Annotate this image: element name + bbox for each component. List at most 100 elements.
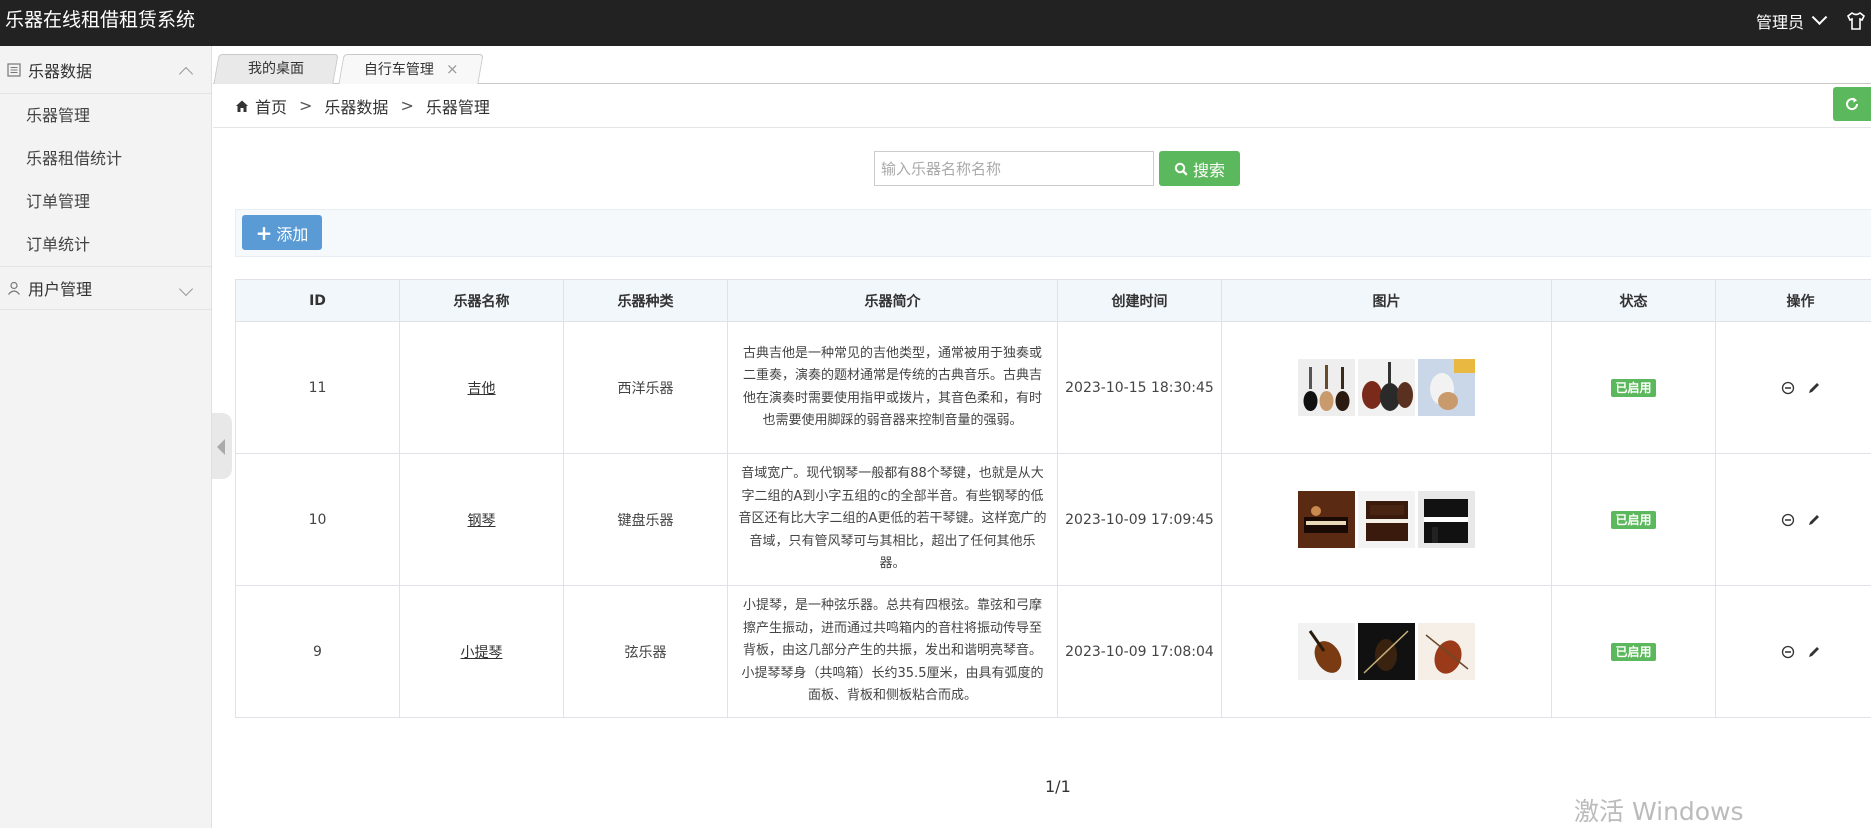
table-row: 10 钢琴 键盘乐器 音域宽广。现代钢琴一般都有88个琴键，也就是从大字二组的A… — [235, 453, 1871, 586]
cell-created: 2023-10-09 17:09:45 — [1057, 453, 1222, 586]
user-name: 管理员 — [1755, 13, 1804, 32]
cell-images — [1221, 585, 1552, 718]
tab-label: 我的桌面 — [248, 61, 304, 77]
cell-desc: 古典吉他是一种常见的吉他类型，通常被用于独奏或二重奏，演奏的题材通常是传统的古典… — [727, 321, 1058, 454]
list-icon — [7, 62, 21, 77]
add-button-label: 添加 — [276, 224, 309, 244]
top-header: 乐器在线租借租赁系统 管理员 — [0, 0, 1871, 46]
cell-images — [1221, 321, 1552, 454]
sidebar-item-order-stats[interactable]: 订单统计 — [0, 223, 211, 266]
chevron-down-icon — [178, 281, 194, 297]
tab-bike-manage[interactable]: 自行车管理 × — [338, 54, 484, 84]
home-icon — [236, 100, 248, 112]
piano-thumbnail[interactable] — [1298, 491, 1355, 548]
plus-icon: + — [255, 220, 273, 245]
pagination: 1/1 — [1045, 777, 1071, 796]
table-header-row: ID 乐器名称 乐器种类 乐器简介 创建时间 图片 状态 操作 — [235, 279, 1871, 322]
search-button-label: 搜索 — [1192, 160, 1225, 180]
refresh-icon — [1846, 97, 1859, 111]
shirt-icon[interactable] — [1845, 10, 1867, 32]
tab-label: 自行车管理 — [363, 62, 434, 78]
add-button[interactable]: + 添加 — [242, 215, 322, 250]
breadcrumb-separator: > — [400, 96, 414, 115]
instrument-name-link[interactable]: 钢琴 — [468, 513, 496, 529]
cell-actions — [1715, 585, 1871, 718]
app-title: 乐器在线租借租赁系统 — [5, 9, 196, 31]
table-toolbar: + 添加 — [235, 209, 1871, 257]
instrument-name-link[interactable]: 吉他 — [468, 381, 496, 397]
cell-type: 弦乐器 — [563, 585, 728, 718]
user-icon — [8, 281, 20, 295]
user-menu[interactable]: 管理员 — [1755, 0, 1828, 42]
caret-left-icon — [217, 439, 225, 455]
refresh-button[interactable] — [1833, 87, 1871, 121]
edit-icon[interactable] — [1807, 381, 1821, 395]
cell-status: 已启用 — [1551, 321, 1716, 454]
guitar-thumbnail[interactable] — [1358, 359, 1415, 416]
column-header-name: 乐器名称 — [399, 279, 564, 322]
sidebar-group-user-manage[interactable]: 用户管理 — [0, 266, 211, 310]
cell-images — [1221, 453, 1552, 586]
cell-created: 2023-10-09 17:08:04 — [1057, 585, 1222, 718]
sidebar: 乐器数据 乐器管理 乐器租借统计 订单管理 订单统计 用户管理 — [0, 46, 212, 828]
cell-id: 10 — [235, 453, 400, 586]
sidebar-group-instrument-data[interactable]: 乐器数据 — [0, 46, 211, 94]
cell-desc: 音域宽广。现代钢琴一般都有88个琴键，也就是从大字二组的A到小字五组的c的全部半… — [727, 453, 1058, 586]
search-button[interactable]: 搜索 — [1159, 151, 1240, 186]
cell-type: 键盘乐器 — [563, 453, 728, 586]
sidebar-item-order-manage[interactable]: 订单管理 — [0, 180, 211, 223]
edit-icon[interactable] — [1807, 513, 1821, 527]
breadcrumb-level1[interactable]: 乐器数据 — [324, 94, 388, 118]
disable-icon[interactable] — [1781, 513, 1795, 527]
violin-thumbnail[interactable] — [1358, 623, 1415, 680]
chevron-down-icon — [1811, 8, 1828, 25]
cell-created: 2023-10-15 18:30:45 — [1057, 321, 1222, 454]
status-badge: 已启用 — [1611, 510, 1656, 529]
close-icon[interactable]: × — [446, 55, 459, 83]
column-header-id: ID — [235, 279, 400, 322]
status-badge: 已启用 — [1611, 642, 1656, 661]
cell-name: 钢琴 — [399, 453, 564, 586]
cell-name: 吉他 — [399, 321, 564, 454]
sidebar-group-label: 用户管理 — [28, 280, 93, 299]
disable-icon[interactable] — [1781, 381, 1795, 395]
cell-id: 11 — [235, 321, 400, 454]
column-header-type: 乐器种类 — [563, 279, 728, 322]
breadcrumb-separator: > — [299, 96, 313, 115]
search-input[interactable] — [874, 151, 1154, 186]
piano-thumbnail[interactable] — [1358, 491, 1415, 548]
cell-status: 已启用 — [1551, 585, 1716, 718]
cell-actions — [1715, 321, 1871, 454]
table-row: 11 吉他 西洋乐器 古典吉他是一种常见的吉他类型，通常被用于独奏或二重奏，演奏… — [235, 321, 1871, 454]
disable-icon[interactable] — [1781, 645, 1795, 659]
status-badge: 已启用 — [1611, 378, 1656, 397]
sidebar-item-instrument-manage[interactable]: 乐器管理 — [0, 94, 211, 137]
piano-thumbnail[interactable] — [1418, 491, 1475, 548]
cell-id: 9 — [235, 585, 400, 718]
sidebar-item-rental-stats[interactable]: 乐器租借统计 — [0, 137, 211, 180]
table-row: 9 小提琴 弦乐器 小提琴，是一种弦乐器。总共有四根弦。靠弦和弓摩擦产生振动，进… — [235, 585, 1871, 718]
windows-activation-watermark: 激活 Windows — [1574, 797, 1744, 826]
instrument-table: ID 乐器名称 乐器种类 乐器简介 创建时间 图片 状态 操作 11 吉他 西洋… — [235, 279, 1871, 718]
column-header-status: 状态 — [1551, 279, 1716, 322]
breadcrumb-home[interactable]: 首页 — [255, 94, 287, 118]
tab-bar: 我的桌面 自行车管理 × — [213, 46, 1871, 84]
sidebar-collapse-handle[interactable] — [212, 413, 232, 479]
cell-type: 西洋乐器 — [563, 321, 728, 454]
column-header-created: 创建时间 — [1057, 279, 1222, 322]
edit-icon[interactable] — [1807, 645, 1821, 659]
tab-my-desktop[interactable]: 我的桌面 — [213, 54, 339, 84]
violin-thumbnail[interactable] — [1298, 623, 1355, 680]
instrument-name-link[interactable]: 小提琴 — [461, 645, 503, 661]
breadcrumb: 首页 > 乐器数据 > 乐器管理 — [213, 84, 1871, 128]
cell-status: 已启用 — [1551, 453, 1716, 586]
violin-thumbnail[interactable] — [1418, 623, 1475, 680]
guitar-thumbnail[interactable] — [1418, 359, 1475, 416]
cell-actions — [1715, 453, 1871, 586]
sidebar-group-label: 乐器数据 — [28, 61, 93, 81]
search-icon — [1174, 162, 1188, 176]
guitar-thumbnail[interactable] — [1298, 359, 1355, 416]
cell-desc: 小提琴，是一种弦乐器。总共有四根弦。靠弦和弓摩擦产生振动，进而通过共鸣箱内的音柱… — [727, 585, 1058, 718]
breadcrumb-level2: 乐器管理 — [425, 97, 490, 117]
column-header-image: 图片 — [1221, 279, 1552, 322]
